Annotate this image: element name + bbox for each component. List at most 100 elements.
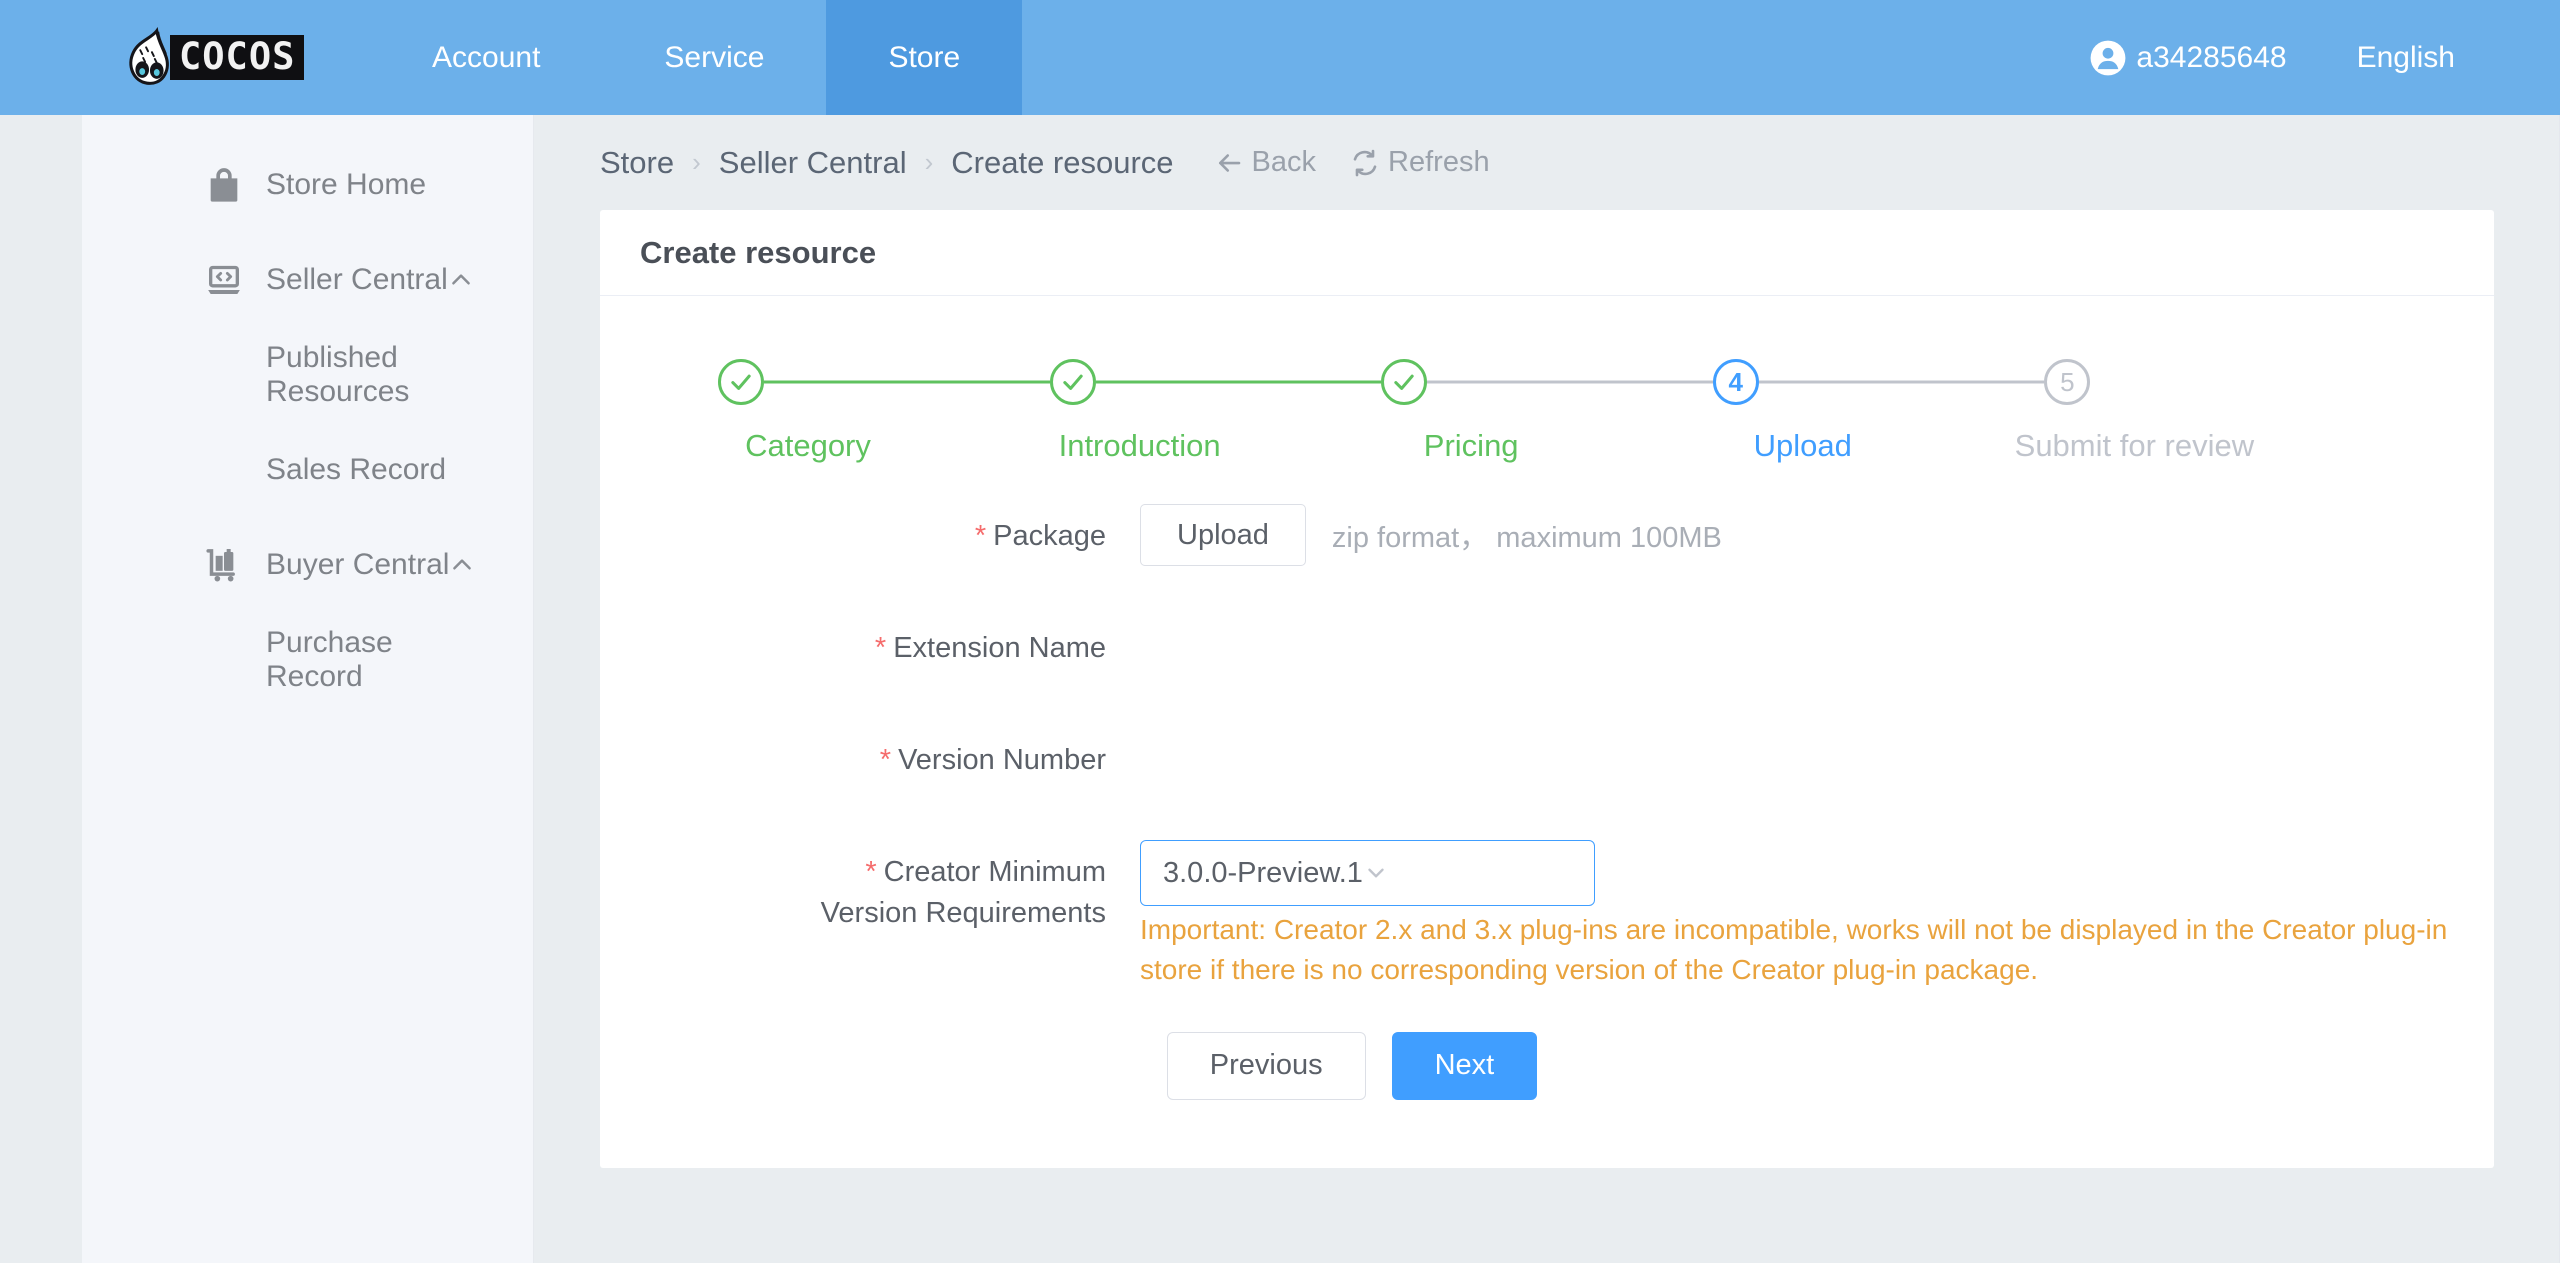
username-label: a34285648 <box>2136 40 2287 74</box>
sidebar-gutter <box>0 115 82 1263</box>
logo-area[interactable]: COCOS <box>0 0 370 115</box>
chevron-up-icon[interactable] <box>449 552 475 578</box>
step-label: Upload <box>1753 428 1852 463</box>
check-icon <box>727 368 755 396</box>
step-label: Submit for review <box>2014 428 2255 463</box>
sidebar-item-label: Seller Central <box>266 262 448 296</box>
creator-version-selected-value: 3.0.0-Preview.1 <box>1163 856 1363 889</box>
chevron-up-icon[interactable] <box>448 267 474 293</box>
package-label-text: Package <box>993 520 1106 552</box>
creator-version-warning: Important: Creator 2.x and 3.x plug-ins … <box>1140 914 2448 985</box>
sidebar-item-buyer-central[interactable]: Buyer Central <box>82 517 533 612</box>
step-circle-row <box>718 358 1050 406</box>
sidebar-item-label: Sales Record <box>266 452 447 486</box>
step-circle-row <box>1049 358 1382 406</box>
step-indicator-4: 4 <box>1712 359 1759 405</box>
check-icon <box>1059 368 1087 396</box>
package-field: Upload zip format， maximum 100MB <box>1140 500 1722 566</box>
luggage-cart-icon <box>204 545 266 585</box>
sidebar-item-sales-record[interactable]: Sales Record <box>82 422 533 517</box>
chevron-down-icon[interactable] <box>1363 860 1389 886</box>
next-button[interactable]: Next <box>1391 1031 1538 1100</box>
step-label: Category <box>745 428 871 463</box>
breadcrumb-separator: › <box>924 147 934 177</box>
page-body: Store Home Seller Central Published Reso… <box>0 115 2560 1263</box>
top-header: COCOS Account Service Store a34285648 En… <box>0 0 2560 115</box>
step-label: Pricing <box>1423 428 1519 463</box>
arrow-left-icon <box>1214 148 1252 178</box>
creator-version-select[interactable]: 3.0.0-Preview.1 <box>1140 840 1595 906</box>
form-row-version-number: * Version Number <box>600 724 2494 814</box>
nav-item-store[interactable]: Store <box>826 0 1023 115</box>
required-asterisk: * <box>865 856 877 888</box>
page-title: Create resource <box>640 234 877 270</box>
form-row-package: * Package Upload zip format， maximum 100M… <box>600 500 2494 590</box>
user-menu[interactable]: a34285648 <box>2089 39 2287 77</box>
sidebar-item-store-home[interactable]: Store Home <box>82 137 533 232</box>
shopping-bag-icon <box>204 165 266 205</box>
language-selector[interactable]: English <box>2357 41 2455 75</box>
breadcrumb: Store › Seller Central › Create resource… <box>534 115 2560 210</box>
back-label: Back <box>1251 146 1317 178</box>
breadcrumb-item-create-resource: Create resource <box>951 144 1174 180</box>
check-icon <box>1390 368 1418 396</box>
breadcrumb-item-store[interactable]: Store <box>600 145 674 181</box>
sidebar-item-label: Purchase Record <box>266 625 393 693</box>
laptop-code-icon <box>204 260 266 300</box>
sidebar-nav: Store Home Seller Central Published Reso… <box>82 115 534 1263</box>
sidebar-item-purchase-record[interactable]: Purchase Record <box>82 612 533 707</box>
creator-minimum-version-label: * Creator Minimum Version Requirements <box>600 836 1140 934</box>
form-actions: Previous Next <box>600 1031 2494 1100</box>
main-content: Store › Seller Central › Create resource… <box>534 115 2560 1263</box>
sidebar-item-seller-central[interactable]: Seller Central <box>82 232 533 327</box>
creator-minimum-label-line1: Creator Minimum <box>883 856 1106 888</box>
step-connector <box>1758 380 2045 384</box>
upload-form: * Package Upload zip format， maximum 100M… <box>600 464 2494 1100</box>
previous-button[interactable]: Previous <box>1166 1031 1366 1100</box>
form-row-creator-minimum-version: * Creator Minimum Version Requirements 3.… <box>600 836 2494 990</box>
main-nav: Account Service Store <box>370 0 1023 115</box>
card-header: Create resource <box>600 210 2494 296</box>
breadcrumb-separator: › <box>692 147 701 177</box>
nav-item-account[interactable]: Account <box>370 0 602 115</box>
breadcrumb-item-seller-central[interactable]: Seller Central <box>719 145 907 181</box>
form-row-extension-name: * Extension Name <box>600 612 2494 702</box>
upload-button[interactable]: Upload <box>1140 504 1306 566</box>
refresh-icon <box>1350 148 1388 178</box>
required-asterisk: * <box>974 520 987 552</box>
step-indicator-1 <box>718 359 764 405</box>
sidebar-item-label: Buyer Central <box>266 547 450 581</box>
version-number-label-text: Version Number <box>898 744 1106 776</box>
package-label: * Package <box>600 500 1140 557</box>
logo-wordmark: COCOS <box>170 34 305 81</box>
nav-item-service[interactable]: Service <box>602 0 826 115</box>
cocos-logo[interactable]: COCOS <box>118 26 305 89</box>
extension-name-label-text: Extension Name <box>893 632 1106 664</box>
sidebar-item-label: Store Home <box>266 167 427 201</box>
step-connector <box>1095 380 1382 384</box>
step-circle-row: 4 <box>1712 358 2045 406</box>
required-asterisk: * <box>874 632 887 664</box>
step-label: Introduction <box>1058 428 1221 463</box>
required-asterisk: * <box>879 744 892 776</box>
step-connector <box>1427 380 1713 384</box>
step-connector <box>764 380 1050 384</box>
refresh-button[interactable]: Refresh <box>1350 146 1490 179</box>
extension-name-label: * Extension Name <box>600 612 1140 669</box>
sidebar-item-published-resources[interactable]: Published Resources <box>82 327 533 422</box>
creator-minimum-version-field: 3.0.0-Preview.1 Important: Creator 2.x a… <box>1140 836 2494 990</box>
back-button[interactable]: Back <box>1214 146 1316 179</box>
upload-hint: zip format， maximum 100MB <box>1331 522 1722 554</box>
user-avatar-icon <box>2089 39 2136 77</box>
step-submit-for-review[interactable]: 5 Submit for review <box>2015 358 2376 464</box>
version-number-label: * Version Number <box>600 724 1140 781</box>
step-indicator-5: 5 <box>2044 359 2091 405</box>
step-indicator-2 <box>1049 359 1096 405</box>
create-resource-card: Create resource Category Introduction Pr… <box>600 210 2494 1168</box>
progress-stepper: Category Introduction Pricing 4 Upload 5… <box>600 296 2494 464</box>
refresh-label: Refresh <box>1388 146 1490 178</box>
breadcrumb-actions: Back Refresh <box>1214 146 1490 179</box>
sidebar-item-label: Published Resources <box>266 340 410 408</box>
step-circle-row: 5 <box>2044 358 2376 406</box>
step-circle-row <box>1381 358 1713 406</box>
